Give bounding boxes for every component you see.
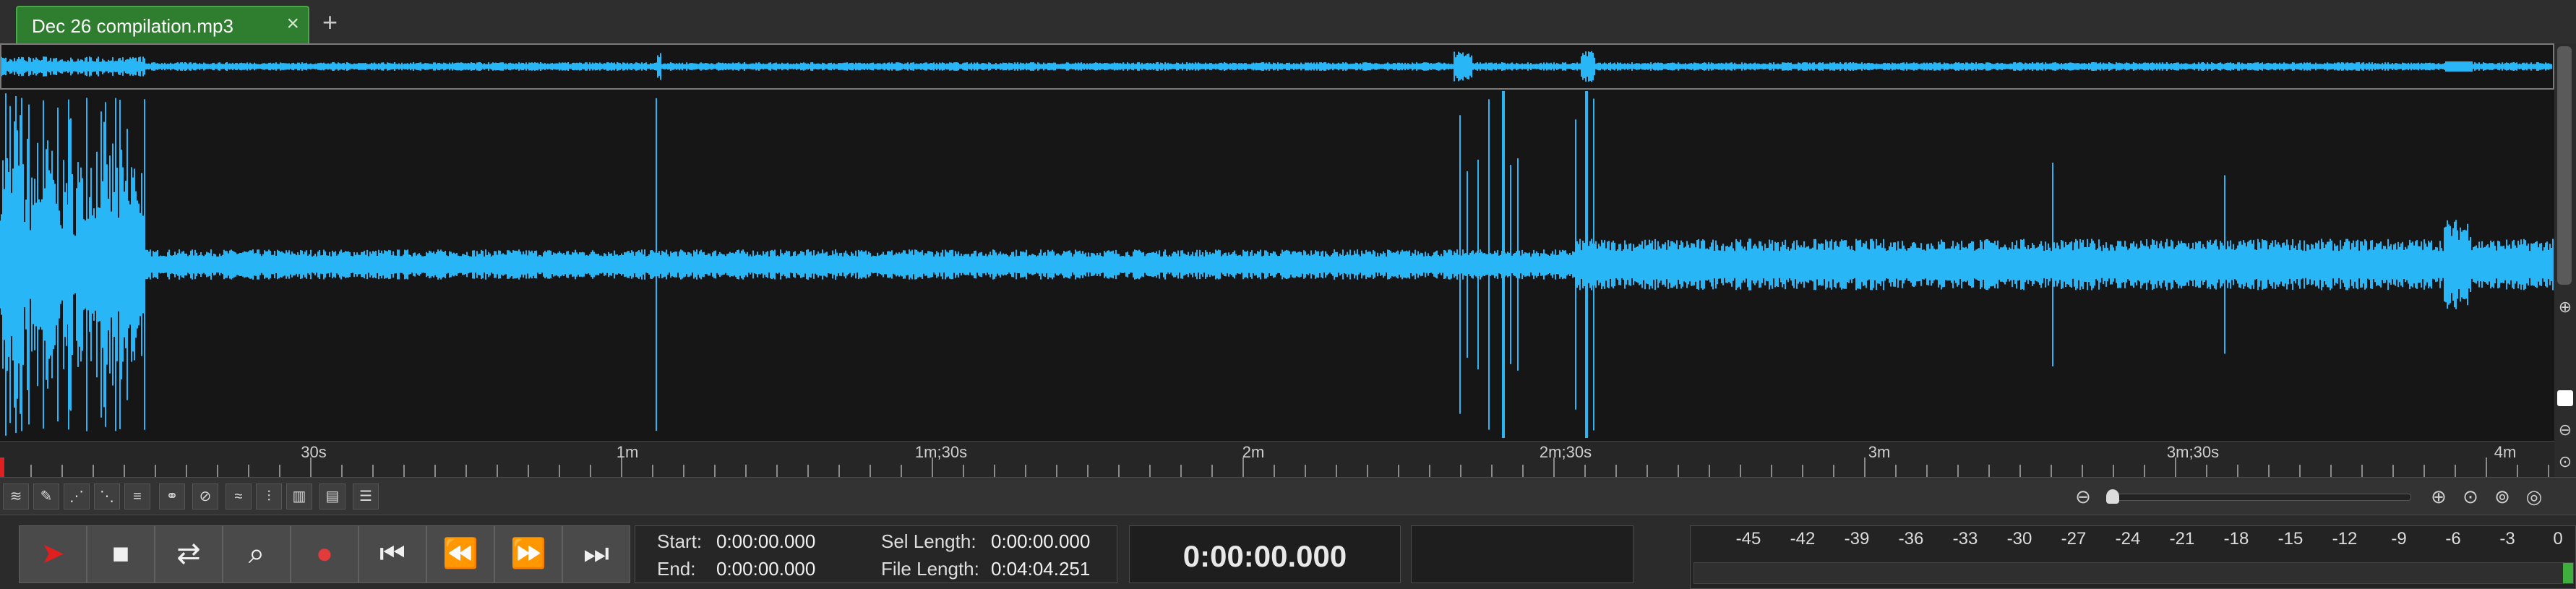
zoom-in-icon[interactable]: ⊕ [2427, 485, 2450, 508]
stop-icon: ■ [111, 538, 130, 569]
meter-tick: -42 [1790, 529, 1816, 549]
ruler-label: 3m;30s [2166, 443, 2220, 461]
meter-tick: -15 [2277, 529, 2304, 549]
zoom-full-icon[interactable]: ⊚ [2491, 485, 2514, 508]
start-value[interactable]: 0:00:00.000 [716, 530, 815, 553]
fast-forward-icon: ⏩ [510, 538, 546, 569]
fade-out-icon[interactable]: ⋱ [94, 483, 120, 510]
loop-icon: ⇄ [176, 538, 201, 569]
normalize-icon[interactable]: ≡ [124, 483, 150, 510]
transport-bar: ➤ ■ ⇄ ⌕ ● ⏮ ⏪ ⏩ ⏭ Start: 0:00:00.000 End… [0, 515, 2576, 589]
level-meter: -45 -42 -39 -36 -33 -30 -27 -24 -21 -18 … [1690, 525, 2576, 589]
skip-start-icon: ⏮ [379, 538, 405, 569]
loop-button[interactable]: ⇄ [155, 525, 223, 583]
zoom-selection-icon[interactable]: ⊙ [2459, 485, 2482, 508]
tab-label: Dec 26 compilation.mp3 [32, 15, 233, 37]
meter-tick: -36 [1898, 529, 1924, 549]
meter-level [2563, 563, 2573, 583]
zoom-slider[interactable] [2113, 494, 2411, 501]
zoom-in-icon[interactable]: ⊕ [2557, 299, 2573, 315]
fade-in-icon[interactable]: ⋰ [64, 483, 90, 510]
spectrum-icon[interactable]: ▥ [286, 483, 312, 510]
meter-bar [1693, 562, 2574, 584]
meter-tick: -6 [2445, 529, 2461, 549]
ruler-label: 1m [616, 443, 639, 461]
meter-tick: -24 [2115, 529, 2141, 549]
ruler-label: 3m [1868, 443, 1891, 461]
play-button[interactable]: ➤ [19, 525, 87, 583]
ruler-label: 2m;30s [1539, 443, 1592, 461]
time-display: 0:00:00.000 [1182, 539, 1347, 573]
tab-file[interactable]: Dec 26 compilation.mp3 × [16, 6, 309, 43]
zoom-fit-icon[interactable]: ◎ [2523, 485, 2546, 508]
overview-waveform[interactable] [0, 43, 2554, 90]
marker-icon[interactable] [2557, 390, 2573, 406]
end-label: End: [657, 558, 696, 580]
scrub-button[interactable]: ⌕ [223, 525, 291, 583]
zoom-slider-thumb[interactable] [2106, 489, 2119, 504]
eq-icon[interactable]: ⫶ [256, 483, 282, 510]
time-ruler[interactable]: 30s 1m 1m;30s 2m 2m;30s 3m 3m;30s 4m [0, 441, 2554, 478]
meter-tick: -39 [1844, 529, 1870, 549]
meter-tick: -21 [2169, 529, 2195, 549]
meter-tick: -12 [2332, 529, 2358, 549]
tab-bar: Dec 26 compilation.mp3 × + [0, 0, 2576, 46]
file-length-value: 0:04:04.251 [991, 558, 1091, 580]
amplify-icon[interactable]: ≈ [226, 483, 252, 510]
main-waveform[interactable] [0, 90, 2554, 441]
sel-length-value[interactable]: 0:00:00.000 [991, 530, 1090, 553]
rewind-icon: ⏪ [442, 538, 478, 569]
pencil-icon[interactable]: ✎ [33, 483, 59, 510]
meter-tick: -45 [1735, 529, 1761, 549]
status-panel [1411, 525, 1633, 583]
zoom-out-icon[interactable]: ⊖ [2557, 422, 2573, 438]
end-value[interactable]: 0:00:00.000 [716, 558, 815, 580]
time-display-panel: 0:00:00.000 [1129, 525, 1401, 583]
ruler-label: 4m [2494, 443, 2517, 461]
scrub-icon: ⌕ [248, 538, 265, 569]
fast-forward-button[interactable]: ⏩ [494, 525, 562, 583]
file-length-label: File Length: [881, 558, 979, 580]
vertical-scrollbar[interactable]: ⊕ ⊖ ⊙ [2554, 43, 2576, 477]
meter-tick: -3 [2499, 529, 2515, 549]
meter-tick: -9 [2391, 529, 2407, 549]
ruler-label: 1m;30s [914, 443, 968, 461]
list-icon[interactable]: ☰ [353, 483, 379, 510]
vertical-scroll-thumb[interactable] [2557, 46, 2572, 285]
sel-length-label: Sel Length: [881, 530, 976, 552]
start-label: Start: [657, 530, 703, 552]
meter-tick: -30 [2006, 529, 2032, 549]
meter-tick: -33 [1952, 529, 1978, 549]
skip-start-button[interactable]: ⏮ [359, 525, 426, 583]
add-tab-icon[interactable]: + [322, 7, 338, 38]
selection-info-panel: Start: 0:00:00.000 End: 0:00:00.000 Sel … [635, 525, 1117, 583]
stop-button[interactable]: ■ [87, 525, 155, 583]
overview-waveform-graphic [1, 51, 2552, 82]
zoom-out-icon[interactable]: ⊖ [2071, 485, 2095, 508]
ruler-label: 30s [301, 443, 327, 461]
record-button[interactable]: ● [291, 525, 359, 583]
skip-end-button[interactable]: ⏭ [562, 525, 630, 583]
play-icon: ➤ [40, 538, 65, 569]
meter-tick: -18 [2223, 529, 2249, 549]
bars-icon[interactable]: ▤ [319, 483, 345, 510]
skip-end-icon: ⏭ [583, 538, 609, 569]
no-snap-icon[interactable]: ⊘ [192, 483, 218, 510]
meter-tick: -27 [2061, 529, 2087, 549]
waveform-view-icon[interactable]: ≋ [3, 483, 29, 510]
zoom-fit-icon[interactable]: ⊙ [2557, 454, 2573, 470]
meter-tick: 0 [2553, 529, 2563, 549]
rewind-button[interactable]: ⏪ [426, 525, 494, 583]
close-icon[interactable]: × [286, 12, 299, 36]
mix-icon[interactable]: ⚭ [159, 483, 185, 510]
tool-strip: ≋ ✎ ⋰ ⋱ ≡ ⚭ ⊘ ≈ ⫶ ▥ ▤ ☰ ⊖ ⊕ ⊙ ⊚ ◎ [0, 477, 2576, 515]
record-icon: ● [315, 538, 334, 569]
main-waveform-graphic [0, 91, 2554, 438]
ruler-label: 2m [1242, 443, 1265, 461]
playhead-marker[interactable] [0, 457, 4, 478]
